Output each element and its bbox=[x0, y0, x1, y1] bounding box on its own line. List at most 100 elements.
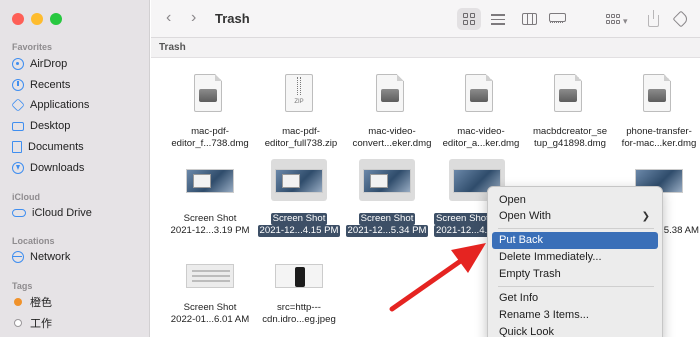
close-button[interactable] bbox=[12, 13, 24, 25]
sidebar-item-downloads[interactable]: Downloads bbox=[12, 159, 84, 177]
file-item[interactable]: mac-video- editor_a...ker.dmg bbox=[435, 74, 527, 150]
file-name: editor_full738.zip bbox=[264, 138, 338, 149]
sidebar-item-label: Documents bbox=[28, 141, 84, 153]
file-name: for-mac...ker.dmg bbox=[621, 138, 697, 149]
screenshot-thumbnail-icon bbox=[275, 169, 323, 193]
file-name: 2021-12...4.15 PM bbox=[257, 225, 341, 237]
menu-separator bbox=[498, 228, 654, 229]
menu-separator bbox=[498, 286, 654, 287]
sidebar-item-label: 橙色 bbox=[30, 297, 52, 309]
cloud-icon bbox=[12, 209, 26, 217]
forward-chevron-icon[interactable]: › bbox=[191, 10, 196, 26]
file-name: 2022-01...6.01 AM bbox=[170, 314, 250, 325]
sidebar-item-tag-orange[interactable]: 橙色 bbox=[12, 293, 52, 311]
sidebar-item-label: AirDrop bbox=[30, 58, 68, 70]
file-name: editor_a...ker.dmg bbox=[442, 138, 520, 149]
menu-item-open-with[interactable]: Open With ❯ bbox=[492, 208, 658, 225]
airdrop-icon bbox=[12, 58, 24, 70]
applications-icon bbox=[11, 98, 25, 112]
file-name: cdn.idro...eg.jpeg bbox=[262, 314, 336, 325]
file-name: 2021-12...5.34 PM bbox=[345, 225, 429, 237]
chevron-down-icon[interactable]: ▾ bbox=[623, 13, 628, 29]
column-view-icon[interactable] bbox=[522, 13, 537, 25]
sidebar-item-network[interactable]: Network bbox=[12, 248, 70, 266]
sidebar-item-label: Desktop bbox=[30, 120, 71, 132]
sidebar-item-airdrop[interactable]: AirDrop bbox=[12, 55, 67, 73]
file-name: tup_g41898.dmg bbox=[533, 138, 606, 149]
sidebar-item-tag-work[interactable]: 工作 bbox=[12, 314, 52, 332]
file-name: mac-video- bbox=[457, 126, 505, 137]
file-name: mac-video- bbox=[368, 126, 416, 137]
zoom-button[interactable] bbox=[50, 13, 62, 25]
file-name: mac-pdf- bbox=[191, 126, 229, 137]
file-item[interactable]: macbdcreator_se tup_g41898.dmg bbox=[524, 74, 616, 150]
screenshot-thumbnail-icon bbox=[363, 169, 411, 193]
zip-archive-icon: ZIP bbox=[285, 74, 313, 112]
sidebar-item-label: 工作 bbox=[30, 318, 52, 330]
gallery-view-icon[interactable] bbox=[549, 13, 566, 25]
back-chevron-icon[interactable]: ‹ bbox=[166, 10, 171, 26]
path-bar: Trash bbox=[151, 38, 700, 58]
file-item[interactable]: Screen Shot 2021-12...3.19 PM bbox=[164, 159, 256, 237]
file-item[interactable]: mac-pdf- editor_f...738.dmg bbox=[164, 74, 256, 150]
file-item[interactable]: Screen Shot 2022-01...6.01 AM bbox=[164, 254, 256, 326]
disk-image-icon bbox=[643, 74, 671, 112]
icon-view-button[interactable] bbox=[457, 8, 481, 30]
sidebar-item-recents[interactable]: Recents bbox=[12, 76, 70, 94]
menu-item-quick-look[interactable]: Quick Look bbox=[492, 324, 658, 337]
share-icon[interactable] bbox=[648, 10, 659, 27]
disk-image-icon bbox=[554, 74, 582, 112]
file-name: convert...eker.dmg bbox=[352, 138, 432, 149]
file-name: mac-pdf- bbox=[282, 126, 320, 137]
toolbar: ‹ › Trash ▾ bbox=[151, 0, 700, 38]
favorites-header: Favorites bbox=[12, 42, 53, 52]
tag-icon[interactable] bbox=[672, 10, 690, 28]
menu-item-delete-immediately[interactable]: Delete Immediately... bbox=[492, 249, 658, 266]
menu-item-get-info[interactable]: Get Info bbox=[492, 290, 658, 307]
context-menu: Open Open With ❯ Put Back Delete Immedia… bbox=[487, 186, 663, 337]
window-title: Trash bbox=[215, 11, 250, 26]
list-view-icon[interactable] bbox=[491, 14, 505, 25]
sidebar-item-applications[interactable]: Applications bbox=[11, 96, 90, 114]
file-name: Screen Shot bbox=[183, 213, 237, 224]
image-thumbnail-icon bbox=[275, 264, 323, 288]
desktop-icon bbox=[12, 121, 24, 131]
document-icon bbox=[12, 141, 22, 153]
file-item-selected[interactable]: Screen Shot 2021-12...4.15 PM bbox=[253, 159, 345, 237]
icloud-header: iCloud bbox=[12, 192, 40, 202]
file-item-selected[interactable]: Screen Shot 2021-12...5.34 PM bbox=[341, 159, 433, 237]
file-name: 2021-12...3.19 PM bbox=[170, 225, 250, 236]
file-name: phone-transfer- bbox=[626, 126, 692, 137]
disk-image-icon bbox=[194, 74, 222, 112]
menu-item-empty-trash[interactable]: Empty Trash bbox=[492, 266, 658, 283]
sidebar-item-documents[interactable]: Documents bbox=[12, 138, 84, 156]
menu-item-put-back[interactable]: Put Back bbox=[492, 232, 658, 249]
file-name: Screen Shot bbox=[183, 302, 237, 313]
file-item[interactable]: mac-video- convert...eker.dmg bbox=[346, 74, 438, 150]
sidebar-item-desktop[interactable]: Desktop bbox=[12, 117, 70, 135]
network-icon bbox=[12, 251, 24, 263]
sidebar: Favorites AirDrop Recents Applications D… bbox=[0, 0, 150, 337]
file-item[interactable]: ZIP mac-pdf- editor_full738.zip bbox=[255, 74, 347, 150]
disk-image-icon bbox=[465, 74, 493, 112]
file-item[interactable]: phone-transfer- for-mac...ker.dmg bbox=[613, 74, 700, 150]
menu-item-open[interactable]: Open bbox=[492, 192, 658, 209]
menu-item-rename[interactable]: Rename 3 Items... bbox=[492, 307, 658, 324]
sidebar-item-label: Downloads bbox=[30, 162, 85, 174]
sidebar-item-icloud-drive[interactable]: iCloud Drive bbox=[12, 204, 92, 222]
file-name: Screen Shot bbox=[434, 213, 491, 225]
sidebar-item-label: iCloud Drive bbox=[32, 207, 92, 219]
grid-icon bbox=[463, 13, 475, 25]
locations-header: Locations bbox=[12, 236, 55, 246]
file-name: Screen Shot bbox=[358, 213, 416, 225]
tags-header: Tags bbox=[12, 281, 33, 291]
file-item[interactable]: src=http--- cdn.idro...eg.jpeg bbox=[253, 254, 345, 326]
minimize-button[interactable] bbox=[31, 13, 43, 25]
path-label: Trash bbox=[159, 42, 186, 53]
group-icon[interactable] bbox=[606, 14, 620, 25]
chevron-right-icon: ❯ bbox=[641, 211, 650, 222]
file-name: editor_f...738.dmg bbox=[171, 138, 249, 149]
screenshot-thumbnail-icon bbox=[186, 169, 234, 193]
gray-tag-dot-icon bbox=[14, 319, 22, 327]
sidebar-item-label: Applications bbox=[30, 99, 90, 111]
